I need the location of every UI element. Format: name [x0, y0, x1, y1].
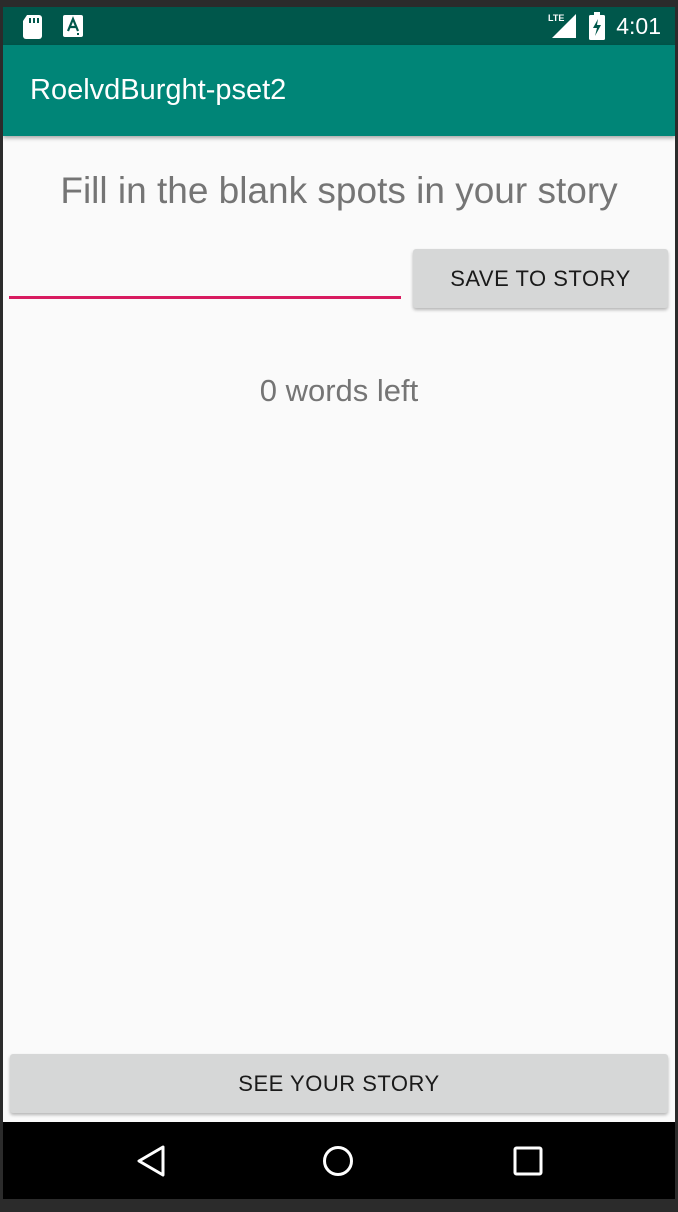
status-time: 4:01 [616, 13, 661, 39]
battery-charging-icon [589, 12, 605, 45]
sd-card-icon [23, 15, 43, 44]
lte-label: LTE [548, 13, 564, 23]
app-bar: RoelvdBurght-pset2 [3, 45, 675, 136]
navigation-bar [3, 1122, 675, 1199]
words-left-counter: 0 words left [259, 373, 419, 408]
font-a-icon [63, 15, 83, 42]
home-icon[interactable] [321, 1144, 355, 1183]
status-bar: LTE 4:01 [3, 7, 675, 45]
see-your-story-button[interactable]: SEE YOUR STORY [10, 1054, 668, 1113]
phone-screen: LTE 4:01 RoelvdBurght-pset2 Fill in the … [3, 7, 675, 1199]
recents-icon[interactable] [513, 1146, 543, 1181]
lte-signal-icon: LTE [548, 12, 578, 45]
save-to-story-button[interactable]: SAVE TO STORY [413, 249, 668, 308]
word-input[interactable] [9, 259, 401, 299]
back-icon[interactable] [135, 1144, 167, 1183]
app-title: RoelvdBurght-pset2 [30, 74, 287, 106]
instruction-text: Fill in the blank spots in your story [60, 170, 618, 211]
